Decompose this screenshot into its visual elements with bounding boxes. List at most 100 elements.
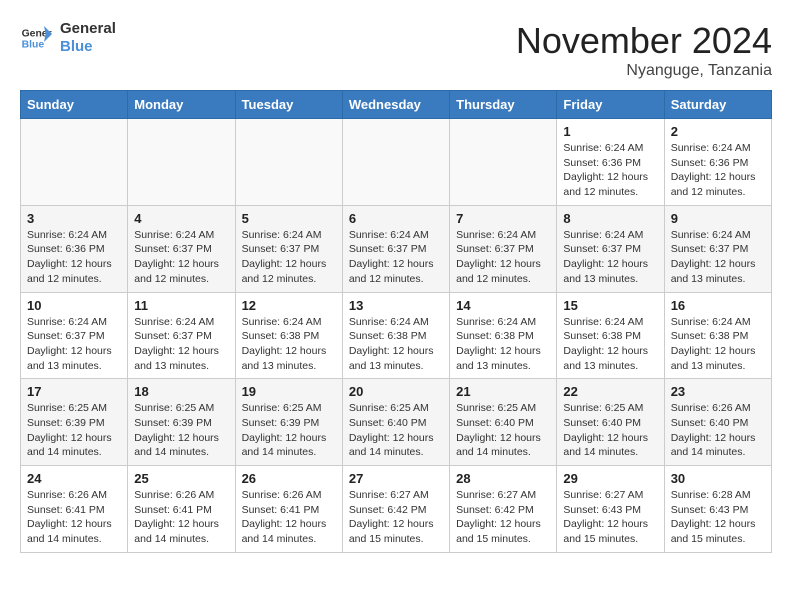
day-info: Sunrise: 6:24 AM Sunset: 6:38 PM Dayligh…: [349, 315, 443, 374]
day-number: 21: [456, 384, 550, 399]
calendar-cell-w4-d5: 22 Sunrise: 6:25 AM Sunset: 6:40 PM Dayli…: [557, 379, 664, 466]
calendar-cell-w5-d2: 26 Sunrise: 6:26 AM Sunset: 6:41 PM Dayli…: [235, 466, 342, 553]
calendar-cell-w5-d6: 30 Sunrise: 6:28 AM Sunset: 6:43 PM Dayli…: [664, 466, 771, 553]
day-number: 19: [242, 384, 336, 399]
calendar-cell-w5-d4: 28 Sunrise: 6:27 AM Sunset: 6:42 PM Dayli…: [450, 466, 557, 553]
day-info: Sunrise: 6:24 AM Sunset: 6:36 PM Dayligh…: [27, 228, 121, 287]
calendar-cell-w1-d6: 2Sunrise: 6:24 AM Sunset: 6:36 PM Daylig…: [664, 119, 771, 206]
day-number: 13: [349, 298, 443, 313]
day-number: 10: [27, 298, 121, 313]
calendar-cell-w2-d3: 6Sunrise: 6:24 AM Sunset: 6:37 PM Daylig…: [342, 205, 449, 292]
calendar-cell-w3-d3: 13 Sunrise: 6:24 AM Sunset: 6:38 PM Dayli…: [342, 292, 449, 379]
header-thursday: Thursday: [450, 91, 557, 119]
logo-icon: General Blue: [20, 22, 52, 54]
calendar-week-2: 3 Sunrise: 6:24 AM Sunset: 6:36 PM Daylig…: [21, 205, 772, 292]
day-number: 3: [27, 211, 121, 226]
location: Nyanguge, Tanzania: [516, 62, 772, 80]
calendar-cell-w2-d5: 8 Sunrise: 6:24 AM Sunset: 6:37 PM Daylig…: [557, 205, 664, 292]
calendar-cell-w5-d5: 29Sunrise: 6:27 AM Sunset: 6:43 PM Dayli…: [557, 466, 664, 553]
calendar-week-1: 1 Sunrise: 6:24 AM Sunset: 6:36 PM Daylig…: [21, 119, 772, 206]
day-info: Sunrise: 6:26 AM Sunset: 6:41 PM Dayligh…: [242, 488, 336, 547]
day-info: Sunrise: 6:24 AM Sunset: 6:37 PM Dayligh…: [242, 228, 336, 287]
calendar-week-5: 24 Sunrise: 6:26 AM Sunset: 6:41 PM Dayli…: [21, 466, 772, 553]
day-info: Sunrise: 6:24 AM Sunset: 6:37 PM Dayligh…: [134, 315, 228, 374]
day-info: Sunrise: 6:24 AM Sunset: 6:38 PM Dayligh…: [456, 315, 550, 374]
calendar-table: Sunday Monday Tuesday Wednesday Thursday…: [20, 90, 772, 553]
calendar-cell-w1-d5: 1Sunrise: 6:24 AM Sunset: 6:36 PM Daylig…: [557, 119, 664, 206]
header-wednesday: Wednesday: [342, 91, 449, 119]
calendar-cell-w4-d4: 21 Sunrise: 6:25 AM Sunset: 6:40 PM Dayli…: [450, 379, 557, 466]
day-number: 1: [563, 124, 657, 139]
logo-general: General: [60, 20, 116, 38]
calendar-cell-w4-d6: 23Sunrise: 6:26 AM Sunset: 6:40 PM Dayli…: [664, 379, 771, 466]
logo: General Blue General Blue General Blue: [20, 20, 116, 56]
day-number: 27: [349, 471, 443, 486]
day-number: 4: [134, 211, 228, 226]
day-info: Sunrise: 6:24 AM Sunset: 6:36 PM Dayligh…: [671, 141, 765, 200]
day-info: Sunrise: 6:25 AM Sunset: 6:39 PM Dayligh…: [27, 401, 121, 460]
day-number: 11: [134, 298, 228, 313]
calendar-cell-w4-d2: 19Sunrise: 6:25 AM Sunset: 6:39 PM Dayli…: [235, 379, 342, 466]
header-tuesday: Tuesday: [235, 91, 342, 119]
calendar-cell-w3-d1: 11 Sunrise: 6:24 AM Sunset: 6:37 PM Dayli…: [128, 292, 235, 379]
header-monday: Monday: [128, 91, 235, 119]
day-info: Sunrise: 6:24 AM Sunset: 6:37 PM Dayligh…: [349, 228, 443, 287]
calendar-cell-w2-d2: 5 Sunrise: 6:24 AM Sunset: 6:37 PM Daylig…: [235, 205, 342, 292]
day-number: 17: [27, 384, 121, 399]
calendar-header-row: Sunday Monday Tuesday Wednesday Thursday…: [21, 91, 772, 119]
calendar-cell-w1-d4: [450, 119, 557, 206]
day-info: Sunrise: 6:27 AM Sunset: 6:42 PM Dayligh…: [456, 488, 550, 547]
day-number: 5: [242, 211, 336, 226]
calendar-cell-w4-d3: 20Sunrise: 6:25 AM Sunset: 6:40 PM Dayli…: [342, 379, 449, 466]
day-number: 9: [671, 211, 765, 226]
calendar-cell-w3-d5: 15 Sunrise: 6:24 AM Sunset: 6:38 PM Dayli…: [557, 292, 664, 379]
day-info: Sunrise: 6:24 AM Sunset: 6:38 PM Dayligh…: [242, 315, 336, 374]
calendar-week-3: 10 Sunrise: 6:24 AM Sunset: 6:37 PM Dayli…: [21, 292, 772, 379]
calendar-cell-w1-d0: [21, 119, 128, 206]
calendar-cell-w5-d1: 25Sunrise: 6:26 AM Sunset: 6:41 PM Dayli…: [128, 466, 235, 553]
day-info: Sunrise: 6:25 AM Sunset: 6:39 PM Dayligh…: [134, 401, 228, 460]
day-info: Sunrise: 6:24 AM Sunset: 6:37 PM Dayligh…: [671, 228, 765, 287]
day-info: Sunrise: 6:25 AM Sunset: 6:40 PM Dayligh…: [349, 401, 443, 460]
day-info: Sunrise: 6:27 AM Sunset: 6:42 PM Dayligh…: [349, 488, 443, 547]
day-info: Sunrise: 6:24 AM Sunset: 6:38 PM Dayligh…: [563, 315, 657, 374]
day-number: 18: [134, 384, 228, 399]
calendar-week-4: 17 Sunrise: 6:25 AM Sunset: 6:39 PM Dayli…: [21, 379, 772, 466]
page-header: General Blue General Blue General Blue N…: [20, 20, 772, 80]
day-info: Sunrise: 6:25 AM Sunset: 6:40 PM Dayligh…: [563, 401, 657, 460]
day-number: 26: [242, 471, 336, 486]
calendar-cell-w4-d1: 18 Sunrise: 6:25 AM Sunset: 6:39 PM Dayli…: [128, 379, 235, 466]
day-info: Sunrise: 6:24 AM Sunset: 6:37 PM Dayligh…: [563, 228, 657, 287]
day-number: 28: [456, 471, 550, 486]
calendar-cell-w1-d2: [235, 119, 342, 206]
calendar-cell-w3-d0: 10 Sunrise: 6:24 AM Sunset: 6:37 PM Dayli…: [21, 292, 128, 379]
title-block: November 2024 Nyanguge, Tanzania: [516, 20, 772, 80]
day-info: Sunrise: 6:26 AM Sunset: 6:41 PM Dayligh…: [27, 488, 121, 547]
calendar-cell-w2-d6: 9 Sunrise: 6:24 AM Sunset: 6:37 PM Daylig…: [664, 205, 771, 292]
day-number: 30: [671, 471, 765, 486]
day-number: 12: [242, 298, 336, 313]
header-friday: Friday: [557, 91, 664, 119]
day-number: 24: [27, 471, 121, 486]
day-info: Sunrise: 6:27 AM Sunset: 6:43 PM Dayligh…: [563, 488, 657, 547]
day-info: Sunrise: 6:25 AM Sunset: 6:40 PM Dayligh…: [456, 401, 550, 460]
day-number: 22: [563, 384, 657, 399]
day-info: Sunrise: 6:28 AM Sunset: 6:43 PM Dayligh…: [671, 488, 765, 547]
calendar-cell-w1-d3: [342, 119, 449, 206]
day-number: 8: [563, 211, 657, 226]
day-number: 15: [563, 298, 657, 313]
day-info: Sunrise: 6:26 AM Sunset: 6:40 PM Dayligh…: [671, 401, 765, 460]
day-number: 14: [456, 298, 550, 313]
calendar-cell-w2-d4: 7 Sunrise: 6:24 AM Sunset: 6:37 PM Daylig…: [450, 205, 557, 292]
calendar-cell-w2-d0: 3 Sunrise: 6:24 AM Sunset: 6:36 PM Daylig…: [21, 205, 128, 292]
calendar-cell-w2-d1: 4Sunrise: 6:24 AM Sunset: 6:37 PM Daylig…: [128, 205, 235, 292]
header-sunday: Sunday: [21, 91, 128, 119]
svg-text:Blue: Blue: [22, 40, 45, 51]
day-number: 7: [456, 211, 550, 226]
month-title: November 2024: [516, 20, 772, 62]
day-info: Sunrise: 6:24 AM Sunset: 6:37 PM Dayligh…: [456, 228, 550, 287]
logo-blue: Blue: [60, 38, 116, 56]
day-info: Sunrise: 6:24 AM Sunset: 6:37 PM Dayligh…: [27, 315, 121, 374]
calendar-cell-w3-d6: 16Sunrise: 6:24 AM Sunset: 6:38 PM Dayli…: [664, 292, 771, 379]
header-saturday: Saturday: [664, 91, 771, 119]
